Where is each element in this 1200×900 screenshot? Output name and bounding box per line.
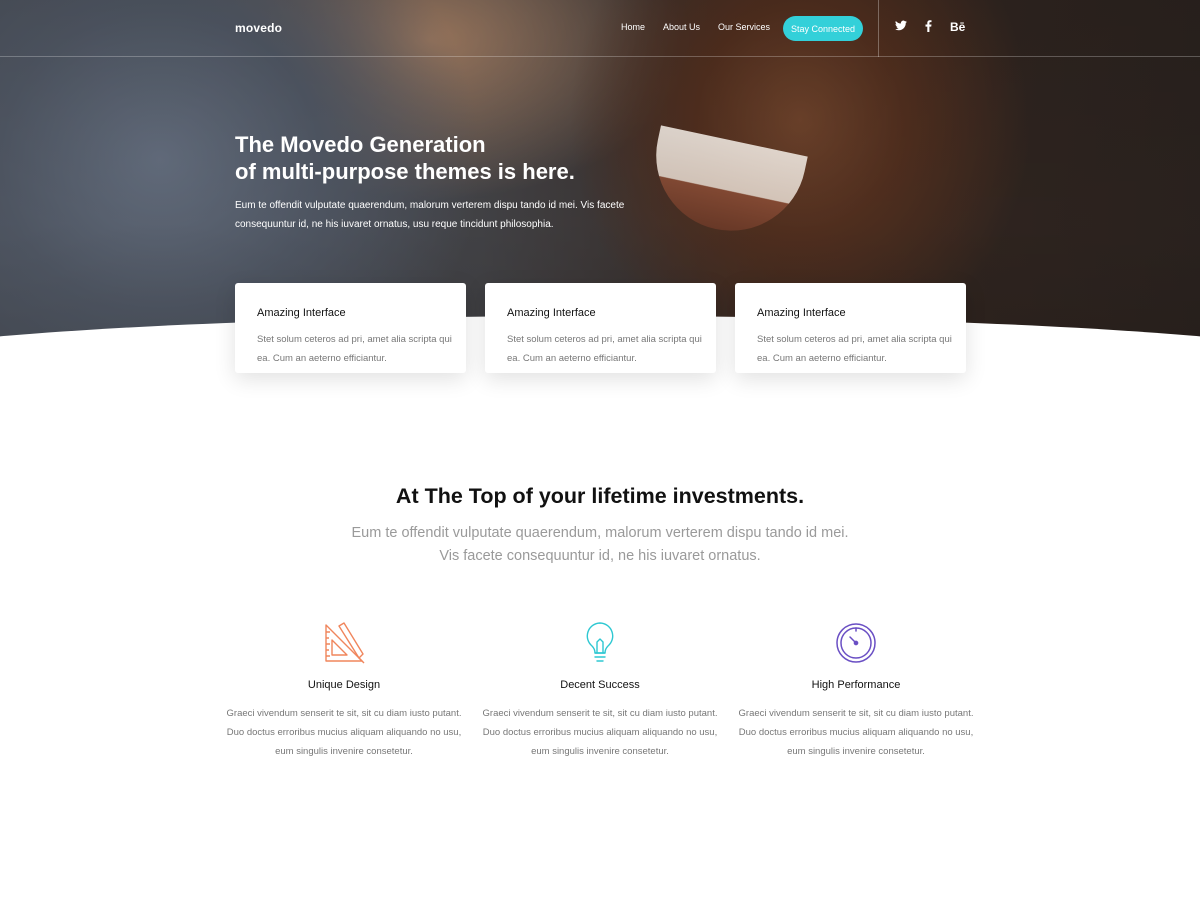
feature-title: Decent Success — [560, 679, 640, 691]
feature-text: Graeci vivendum senserit te sit, sit cu … — [482, 708, 718, 757]
feature-card: Amazing Interface Stet solum ceteros ad … — [485, 283, 716, 373]
hero-subtitle: Eum te offendit vulputate quaerendum, ma… — [235, 200, 625, 230]
feature-title: Unique Design — [307, 679, 381, 691]
feature-unique-design: Unique Design Graeci vivendum senserit t… — [224, 620, 464, 761]
card-title: Amazing Interface — [257, 307, 346, 319]
site-logo[interactable]: movedo — [235, 21, 282, 35]
twitter-icon[interactable] — [895, 20, 907, 34]
hero-photo-detail — [642, 125, 808, 245]
section-title: At The Top of your lifetime investments. — [395, 484, 805, 508]
nav-link-home[interactable]: Home — [621, 22, 645, 32]
feature-card: Amazing Interface Stet solum ceteros ad … — [235, 283, 466, 373]
feature-cards: Amazing Interface Stet solum ceteros ad … — [235, 283, 966, 373]
section-subtitle: Eum te offendit vulputate quaerendum, ma… — [351, 525, 849, 564]
card-title: Amazing Interface — [507, 307, 596, 319]
card-text: Stet solum ceteros ad pri, amet alia scr… — [757, 334, 952, 364]
facebook-icon[interactable] — [925, 20, 932, 35]
behance-icon[interactable]: Bē — [950, 20, 965, 34]
nav-link-our-services[interactable]: Our Services — [718, 22, 770, 32]
top-navbar: movedo Home About Us Our Services Stay C… — [0, 0, 1200, 57]
hero-title-line1: The Movedo Generation — [235, 132, 486, 157]
stay-connected-button[interactable]: Stay Connected — [783, 16, 863, 41]
speedometer-icon — [836, 623, 876, 663]
card-title: Amazing Interface — [757, 307, 846, 319]
card-text: Stet solum ceteros ad pri, amet alia scr… — [257, 334, 452, 364]
hero-title: The Movedo Generation of multi-purpose t… — [235, 131, 655, 185]
feature-card: Amazing Interface Stet solum ceteros ad … — [735, 283, 966, 373]
hero-title-line2: of multi-purpose themes is here. — [235, 159, 575, 184]
ruler-triangle-icon — [325, 622, 365, 664]
feature-decent-success: Decent Success Graeci vivendum senserit … — [480, 620, 720, 761]
nav-divider — [878, 0, 879, 57]
nav-links: Home About Us Our Services — [621, 22, 770, 32]
feature-title: High Performance — [811, 679, 901, 691]
nav-link-about-us[interactable]: About Us — [663, 22, 700, 32]
lightbulb-icon — [586, 622, 614, 662]
card-text: Stet solum ceteros ad pri, amet alia scr… — [507, 334, 702, 364]
feature-high-performance: High Performance Graeci vivendum senseri… — [736, 620, 976, 761]
feature-text: Graeci vivendum senserit te sit, sit cu … — [738, 708, 974, 757]
feature-text: Graeci vivendum senserit te sit, sit cu … — [226, 708, 462, 757]
